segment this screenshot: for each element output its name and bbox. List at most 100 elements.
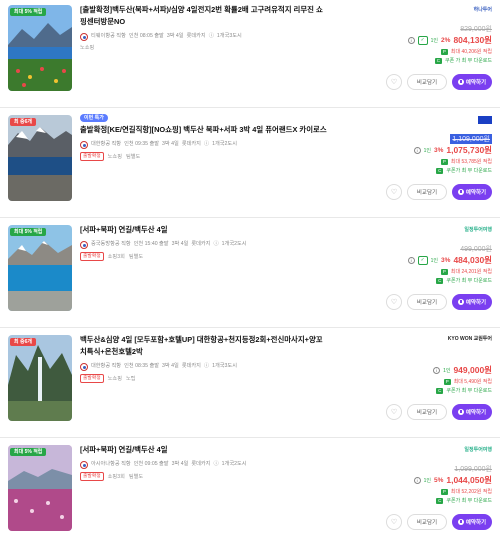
product-meta: 티웨이항공 직항 인천 08:05 출발 3박 4일 롯데카지 ⓘ 1개국3도시 xyxy=(80,32,328,41)
departure-schedule: 인천 09:35 출발 xyxy=(124,141,160,147)
points-icon: P xyxy=(440,268,448,275)
product-thumbnail[interactable]: 최대 5% 적립 xyxy=(8,5,72,91)
product-title[interactable]: 출발확정[KE/연길직항][NO쇼핑] 백두산 북파+서파 3박 4일 퓨어랜드… xyxy=(80,124,328,136)
points-text: 최대 52,202원 적립 xyxy=(450,489,492,495)
sale-price: 1,075,730원 xyxy=(446,145,492,155)
action-buttons: ♡ 비교담기 예약하기 xyxy=(386,74,492,90)
product-card[interactable]: 최대 5% 적립 [출발확정]백두산(북파+서파)/심양 4일전지2번 확률2배… xyxy=(0,0,500,108)
info-icon[interactable]: i xyxy=(413,476,421,484)
coupon-icon: C xyxy=(436,277,444,284)
compare-button[interactable]: 비교담기 xyxy=(407,294,447,310)
coupon-line[interactable]: C 쿠폰가 최 무 다운로드 xyxy=(436,167,492,174)
wishlist-heart-icon[interactable]: ♡ xyxy=(386,514,402,530)
wishlist-heart-icon[interactable]: ♡ xyxy=(386,74,402,90)
product-title[interactable]: [서파+북파] 연길/백두산 4일 xyxy=(80,444,328,456)
book-label: 예약하기 xyxy=(465,190,487,196)
info-icon[interactable]: i xyxy=(407,256,415,264)
original-price: 1,099,000원 xyxy=(454,466,492,473)
coupon-line[interactable]: C 쿠폰가 최 무 다운로드 xyxy=(436,387,492,394)
product-meta: 중국동방항공 직항 인천 15:40 출발 3박 4일 롯데카지 ⓘ 1개국2도… xyxy=(80,240,328,249)
coupon-text[interactable]: 쿠폰가 최 무 다운로드 xyxy=(446,167,492,174)
discount-rate: 3% xyxy=(441,256,451,264)
departure-schedule: 인천 15:40 출발 xyxy=(133,241,169,247)
departure-schedule: 인천 08:05 출발 xyxy=(128,33,164,39)
product-thumbnail[interactable]: 최 중6개 xyxy=(8,335,72,421)
original-price: 829,000원 xyxy=(460,26,492,33)
tag-shopping: 노쇼핑 xyxy=(107,376,122,382)
book-button[interactable]: 예약하기 xyxy=(452,184,492,200)
points-line: P 최대 5,490원 적립 xyxy=(443,378,492,385)
tag-shopping: 쇼핑3회 xyxy=(107,254,125,260)
tag-guide: 팀별도 xyxy=(128,254,144,260)
book-button[interactable]: 예약하기 xyxy=(452,404,492,420)
points-text: 최대 5,490원 적립 xyxy=(453,379,492,385)
per-person-label: 1인 xyxy=(423,147,431,154)
product-title[interactable]: [출발확정]백두산(북파+서파)/심양 4일전지2번 확률2배 고구려유적지 리… xyxy=(80,4,328,28)
agency-logo: 일정투어여행 xyxy=(464,447,492,453)
reward-badge: 최대 5% 적립 xyxy=(10,8,47,16)
product-meta: 대한항공 직항 인천 08:35 출발 3박 4일 롯데카지 ⓘ 1개국3도시 xyxy=(80,362,328,371)
discount-rate: 5% xyxy=(433,476,444,484)
wishlist-heart-icon[interactable]: ♡ xyxy=(386,404,402,420)
coupon-line[interactable]: C 쿠폰 가 최 무 다운로드 xyxy=(434,57,492,64)
mountain-lake-image xyxy=(8,115,72,201)
info-icon[interactable]: i xyxy=(407,36,415,44)
product-card[interactable]: 최 중6개 이번 특가 출발확정[KE/연길직항][NO쇼핑] 백두산 북파+서… xyxy=(0,110,500,218)
reward-badge: 최대 5% 적립 xyxy=(10,228,47,236)
sale-price: 949,000원 xyxy=(453,365,492,375)
coupon-text[interactable]: 쿠폰 가 최 무 다운로드 xyxy=(445,57,492,64)
info-icon[interactable]: i xyxy=(433,366,441,374)
compare-button[interactable]: 비교담기 xyxy=(407,514,447,530)
departure-schedule: 인천 08:35 출발 xyxy=(124,363,160,369)
product-thumbnail[interactable]: 최대 5% 적립 xyxy=(8,445,72,531)
flower-field-image xyxy=(8,445,72,531)
coupon-line[interactable]: C 쿠폰가 최 무 다운로드 xyxy=(436,277,492,284)
lodging: 1개국3도시 xyxy=(212,363,237,369)
coupon-text[interactable]: 쿠폰가 최 무 다운로드 xyxy=(446,387,492,394)
wishlist-heart-icon[interactable]: ♡ xyxy=(386,184,402,200)
duration: 3박 4일 xyxy=(171,461,189,467)
product-thumbnail[interactable]: 최대 5% 적립 xyxy=(8,225,72,311)
product-title[interactable]: 백두산&심양 4일 [모두포함+호텔UP] 대한항공+천지등정2회+전신마사지+… xyxy=(80,334,328,358)
wishlist-heart-icon[interactable]: ♡ xyxy=(386,294,402,310)
product-card[interactable]: 최대 5% 적립 [서파+북파] 연길/백두산 4일 아시아나항공 직항 인천 … xyxy=(0,440,500,548)
tag-guide: 팀별도 xyxy=(125,154,141,160)
product-info: 백두산&심양 4일 [모두포함+호텔UP] 대한항공+천지등정2회+전신마사지+… xyxy=(80,334,328,383)
info-icon: ⓘ xyxy=(208,33,214,39)
calendar-icon xyxy=(457,299,464,305)
compare-button[interactable]: 비교담기 xyxy=(407,184,447,200)
tag-confirmed: 출발확정 xyxy=(80,252,104,261)
airline: 티웨이항공 직항 xyxy=(91,33,126,39)
tags: 출발확정 쇼핑3회 팀별도 xyxy=(80,252,328,261)
product-thumbnail[interactable]: 최 중6개 xyxy=(8,115,72,201)
product-title[interactable]: [서파+북파] 연길/백두산 4일 xyxy=(80,224,328,236)
info-icon: ⓘ xyxy=(213,241,219,247)
tag-shopping: 노쇼핑 xyxy=(107,154,122,160)
book-button[interactable]: 예약하기 xyxy=(452,294,492,310)
compare-button[interactable]: 비교담기 xyxy=(407,74,447,90)
product-card[interactable]: 최대 5% 적립 [서파+북파] 연길/백두산 4일 중국동방항공 직항 인천 … xyxy=(0,220,500,328)
points-icon: P xyxy=(443,378,451,385)
mountain-lake-image xyxy=(8,5,72,91)
coupon-text[interactable]: 쿠폰가 최 무 다운로드 xyxy=(446,277,492,284)
price-panel: 하나투어 829,000원 i ✓ 1인 2% 804,130원 P 최대 40… xyxy=(342,4,492,104)
compare-button[interactable]: 비교담기 xyxy=(407,404,447,420)
sale-price: 1,044,050원 xyxy=(446,475,492,485)
action-buttons: ♡ 비교담기 예약하기 xyxy=(386,184,492,200)
product-info: [서파+북파] 연길/백두산 4일 중국동방항공 직항 인천 15:40 출발 … xyxy=(80,224,328,261)
coupon-line[interactable]: C 쿠폰가 최 무 다운로드 xyxy=(436,497,492,504)
product-card[interactable]: 최 중6개 백두산&심양 4일 [모두포함+호텔UP] 대한항공+천지등정2회+… xyxy=(0,330,500,438)
info-icon[interactable]: i xyxy=(413,146,421,154)
airline: 아시아나항공 직항 xyxy=(91,461,131,467)
coupon-text[interactable]: 쿠폰가 최 무 다운로드 xyxy=(446,497,492,504)
book-button[interactable]: 예약하기 xyxy=(452,74,492,90)
action-buttons: ♡ 비교담기 예약하기 xyxy=(386,404,492,420)
agency-logo: KYO WON 교원투어 xyxy=(447,336,492,342)
points-icon: P xyxy=(440,48,448,55)
product-meta: 대한항공 직항 인천 09:35 출발 3박 4일 롯데카지 ⓘ 1개국2도시 xyxy=(80,140,328,149)
book-button[interactable]: 예약하기 xyxy=(452,514,492,530)
duration: 3박 4일 xyxy=(166,33,184,39)
tag-guide: 팀별도 xyxy=(128,474,144,480)
per-person-label: 1인 xyxy=(423,477,431,484)
original-price: 499,000원 xyxy=(460,246,492,253)
